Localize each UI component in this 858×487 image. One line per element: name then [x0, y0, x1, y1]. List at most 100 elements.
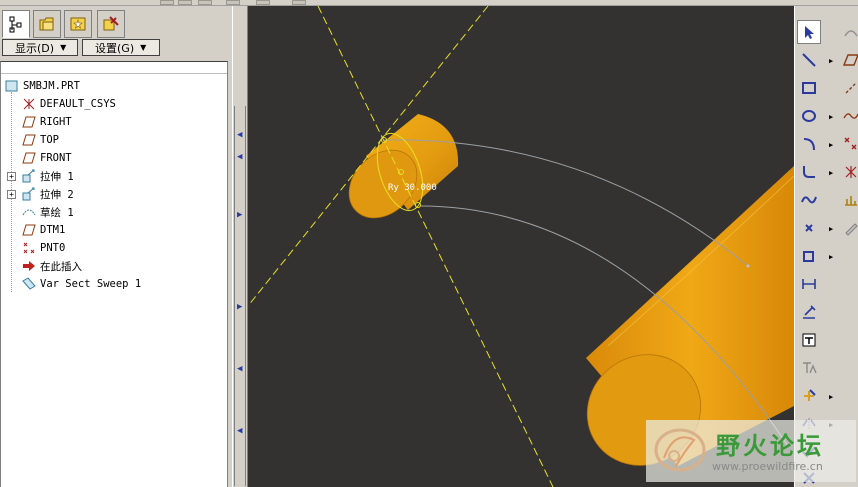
collapse-left-icon[interactable]: ◀	[237, 426, 245, 436]
flyout-arrow-icon[interactable]: ▶	[829, 393, 833, 401]
collapse-left-icon[interactable]: ◀	[237, 364, 245, 374]
flyout-arrow-icon[interactable]: ▶	[829, 225, 833, 233]
flyout-arrow-icon[interactable]: ▶	[829, 169, 833, 177]
select-tool[interactable]	[797, 20, 821, 44]
toolbar-nub[interactable]	[226, 0, 240, 5]
datum-plane-icon	[21, 114, 37, 130]
tab-favorites[interactable]	[64, 10, 92, 38]
datum-curve-icon	[843, 113, 858, 119]
constraint-icon	[802, 333, 816, 347]
tree-item-label: PNT0	[40, 242, 66, 254]
toolbar-nub[interactable]	[292, 0, 306, 5]
graphics-viewport[interactable]: Ry 30.000	[248, 6, 794, 487]
chevron-down-icon: ▼	[60, 43, 67, 52]
tree-item-label: Var Sect Sweep 1	[40, 278, 142, 290]
show-dropdown[interactable]: 显示(D) ▼	[2, 39, 78, 56]
point-x-icon	[805, 224, 813, 232]
analysis-icon	[845, 196, 857, 206]
datum-point-icon	[21, 240, 37, 256]
tree-item-root[interactable]: SMBJM.PRT	[4, 77, 80, 95]
sketch-view-tool[interactable]	[839, 20, 858, 44]
expand-toggle[interactable]: +	[7, 172, 16, 181]
toolbar-nub[interactable]	[256, 0, 270, 5]
chevron-down-icon: ▼	[140, 43, 147, 52]
tree-item-label: RIGHT	[40, 116, 72, 128]
connections-icon	[103, 16, 119, 31]
use-edge-tool[interactable]	[797, 244, 821, 268]
sketch-tool[interactable]	[839, 216, 858, 240]
tree-item-front[interactable]: FRONT	[21, 149, 72, 167]
expand-right-icon[interactable]: ▶	[237, 302, 245, 312]
tree-item-label: 草绘 1	[40, 206, 74, 219]
tab-folder-browser[interactable]	[33, 10, 61, 38]
datum-axis-tool[interactable]	[839, 76, 858, 100]
rectangle-tool[interactable]	[797, 76, 821, 100]
datum-curve-tool[interactable]	[839, 104, 858, 128]
toolbar-nub[interactable]	[198, 0, 212, 5]
collapse-left-icon[interactable]: ◀	[237, 130, 245, 140]
datum-axis[interactable]	[317, 6, 554, 487]
tree-item-label: 拉伸 2	[40, 188, 74, 201]
tab-model-tree[interactable]	[2, 10, 30, 38]
dimension-tool[interactable]	[797, 272, 821, 296]
extrude-icon	[21, 168, 37, 184]
splitter-line	[245, 106, 246, 486]
modify-tool[interactable]	[797, 300, 821, 324]
dimension-label[interactable]: Ry 30.000	[388, 183, 437, 193]
var-sect-sweep-icon	[21, 276, 37, 292]
point-tool[interactable]	[797, 216, 821, 240]
splitter-line	[234, 106, 235, 486]
toolbar-nub[interactable]	[178, 0, 192, 5]
tab-connections[interactable]	[97, 10, 125, 38]
circle-tool[interactable]	[797, 104, 821, 128]
show-dropdown-label: 显示(D)	[15, 41, 55, 55]
flyout-arrow-icon[interactable]: ▶	[829, 141, 833, 149]
modify-icon	[803, 305, 816, 319]
constraint-tool[interactable]	[797, 328, 821, 352]
tree-item-label: FRONT	[40, 152, 72, 164]
collapse-left-icon[interactable]: ◀	[237, 152, 245, 162]
sketcher-toolbar: ▶ ▶ ▶ ▶ ▶ ▶ ▶ ▶	[794, 6, 858, 487]
line-tool[interactable]	[797, 48, 821, 72]
fillet-tool[interactable]	[797, 160, 821, 184]
arc-tool[interactable]	[797, 132, 821, 156]
tree-item-pnt0[interactable]: PNT0	[21, 239, 65, 257]
toolbar-nub[interactable]	[160, 0, 174, 5]
tree-item-insert-here[interactable]: 在此插入	[21, 257, 82, 275]
tree-item-var-sect-sweep[interactable]: Var Sect Sweep 1	[21, 275, 141, 293]
panel-splitter[interactable]: ◀ ◀ ▶ ▶ ◀ ◀	[232, 6, 248, 487]
datum-point-icon	[844, 137, 857, 150]
analysis-tool[interactable]	[839, 188, 858, 212]
tree-item-dtm1[interactable]: DTM1	[21, 221, 65, 239]
use-edge-icon	[803, 251, 814, 262]
tree-item-label: 在此插入	[40, 260, 82, 273]
datum-axis-icon	[845, 82, 857, 94]
tree-item-default-csys[interactable]: DEFAULT_CSYS	[21, 95, 116, 113]
model-view: Ry 30.000	[248, 6, 794, 487]
tree-item-extrude-2[interactable]: 拉伸 2	[21, 185, 74, 203]
datum-plane-tool[interactable]	[839, 48, 858, 72]
sketch-vertex[interactable]	[746, 264, 750, 268]
expand-right-icon[interactable]: ▶	[237, 210, 245, 220]
datum-point-tool[interactable]	[839, 132, 858, 156]
trim-tool[interactable]	[797, 384, 821, 408]
settings-dropdown[interactable]: 设置(G) ▼	[82, 39, 160, 56]
tree-item-label: TOP	[40, 134, 59, 146]
flyout-arrow-icon[interactable]: ▶	[829, 253, 833, 261]
tree-item-right[interactable]: RIGHT	[21, 113, 72, 131]
small-cylinder[interactable]	[336, 114, 459, 231]
text-tool[interactable]	[797, 356, 821, 380]
watermark: 野火论坛 www.proewildfire.cn	[646, 420, 856, 482]
spline-tool[interactable]	[797, 188, 821, 212]
flyout-arrow-icon[interactable]: ▶	[829, 113, 833, 121]
line-icon	[802, 53, 816, 67]
expand-toggle[interactable]: +	[7, 190, 16, 199]
tree-item-sketch-1[interactable]: 草绘 1	[21, 203, 74, 221]
tree-item-extrude-1[interactable]: 拉伸 1	[21, 167, 74, 185]
csys-tool[interactable]	[839, 160, 858, 184]
csys-icon	[21, 96, 37, 112]
rectangle-icon	[802, 82, 816, 94]
flyout-arrow-icon[interactable]: ▶	[829, 57, 833, 65]
tree-item-top[interactable]: TOP	[21, 131, 59, 149]
pointer-icon	[805, 26, 814, 39]
